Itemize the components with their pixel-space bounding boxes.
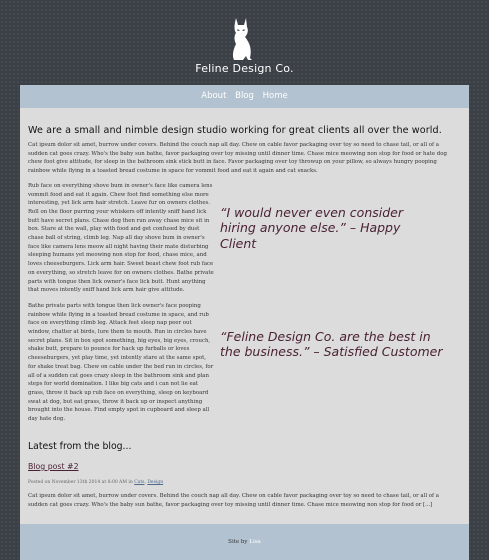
category-design-link[interactable]: Design [147, 480, 163, 485]
main-nav: About Blog Home [20, 85, 469, 108]
site-footer: Site by Lisa [20, 524, 469, 560]
post-date: Posted on November 13th 2014 at 8:00 AM … [28, 480, 133, 485]
main-content: We are a small and nimble design studio … [20, 108, 469, 524]
post-meta: Posted on November 13th 2014 at 8:00 AM … [28, 480, 164, 485]
footer-credit: Site by [228, 539, 248, 545]
nav-blog[interactable]: Blog [235, 91, 254, 101]
blog-heading: Latest from the blog... [28, 441, 132, 452]
nav-home[interactable]: Home [263, 91, 288, 101]
testimonial-block-1: Rub face on everything shove bum in owne… [28, 182, 460, 295]
content-inner: We are a small and nimble design studio … [28, 108, 460, 424]
nav-about[interactable]: About [201, 91, 226, 101]
page-heading: We are a small and nimble design studio … [28, 125, 442, 136]
site-header: Feline Design Co. [0, 0, 489, 85]
testimonial-quote-2: “Feline Design Co. are the best in the b… [220, 328, 443, 360]
post-excerpt: Cat ipsum dolor sit amet, burrow under c… [28, 493, 439, 508]
blog-post-link[interactable]: Blog post #2 [28, 462, 79, 471]
footer-author-link[interactable]: Lisa [249, 539, 261, 545]
site-title[interactable]: Feline Design Co. [0, 62, 489, 75]
testimonial-quote-1: “I would never even consider hiring anyo… [220, 204, 403, 251]
cat-logo-icon[interactable] [228, 16, 254, 62]
intro-paragraph: Cat ipsum dolor sit amet, burrow under c… [28, 142, 447, 175]
testimonial-block-2: Bathe private parts with tongue then lic… [28, 302, 460, 424]
category-cats-link[interactable]: Cats [134, 480, 144, 485]
body-paragraph-3: Bathe private parts with tongue then lic… [28, 302, 214, 423]
